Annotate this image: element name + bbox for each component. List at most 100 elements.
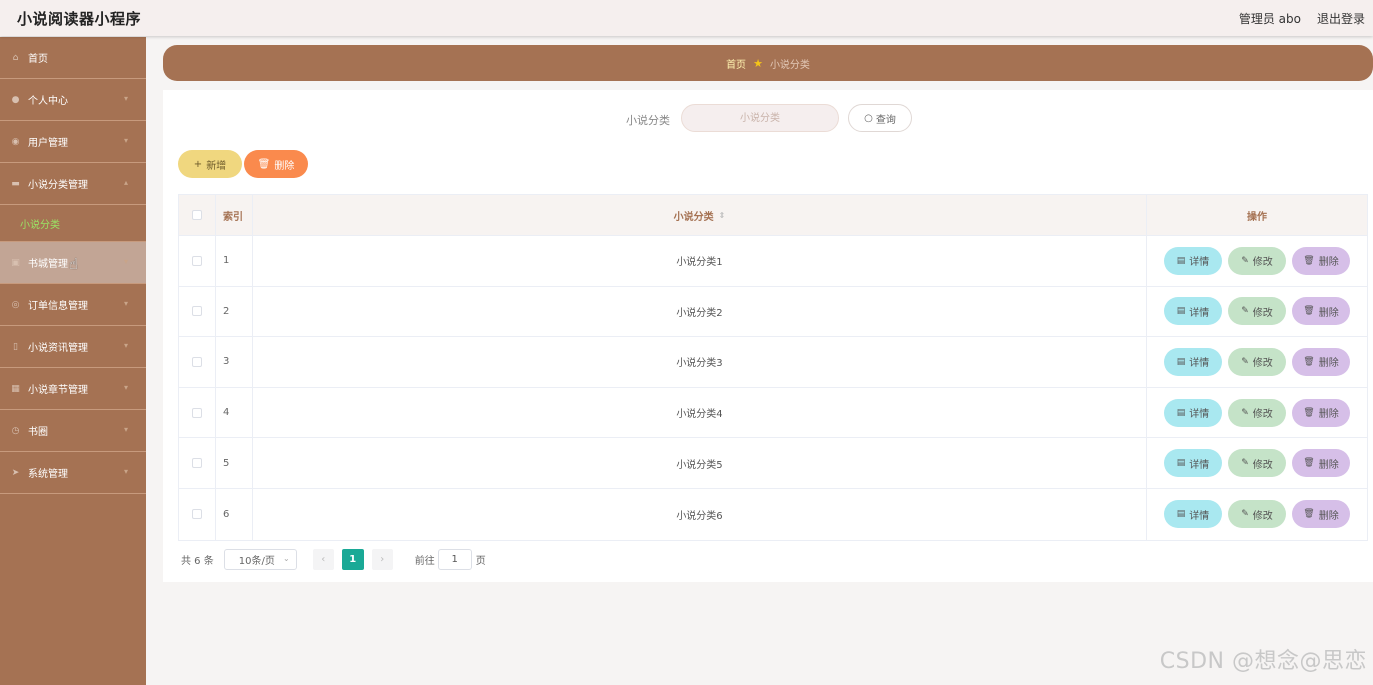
search-input[interactable] <box>681 104 839 132</box>
detail-button[interactable]: ▤ 详情 <box>1164 297 1222 326</box>
detail-button[interactable]: ▤ 详情 <box>1164 449 1222 478</box>
delete-button[interactable]: 🗑 删除 <box>1292 500 1350 529</box>
star-icon: ★ <box>753 56 763 70</box>
sidebar-item-book-circle[interactable]: ◷ 书圈 ▾ <box>0 410 146 452</box>
sidebar-item-system-management[interactable]: ➤ 系统管理 ▾ <box>0 452 146 494</box>
delete-button[interactable]: 🗑 删除 <box>1292 297 1350 326</box>
chevron-up-icon: ▴ <box>123 178 128 187</box>
delete-button[interactable]: 🗑 删除 <box>1292 246 1350 275</box>
edit-button[interactable]: ✎ 修改 <box>1228 297 1286 326</box>
sort-icon[interactable]: ⇕ <box>719 211 726 220</box>
plus-icon: + <box>193 158 203 170</box>
hand-cursor-icon: ☝ <box>69 255 79 273</box>
total-count: 共 6 条 <box>181 555 214 567</box>
query-button[interactable]: ○ 查询 <box>848 104 912 132</box>
breadcrumb-home-link[interactable]: 首页 <box>726 56 746 71</box>
book-icon: ▣ <box>11 257 20 268</box>
row-checkbox[interactable] <box>192 356 202 367</box>
edit-button[interactable]: ✎ 修改 <box>1228 449 1286 478</box>
sidebar-item-label: 书城管理 <box>28 259 68 270</box>
query-button-label: 查询 <box>875 114 896 126</box>
detail-icon: ▤ <box>1176 407 1186 418</box>
delete-button[interactable]: 🗑 删除 <box>1292 449 1350 478</box>
row-checkbox[interactable] <box>192 255 202 266</box>
edit-button[interactable]: ✎ 修改 <box>1228 500 1286 529</box>
breadcrumb: 首页 ★ 小说分类 <box>163 45 1373 81</box>
row-checkbox[interactable] <box>192 509 202 520</box>
detail-icon: ▤ <box>1176 306 1186 317</box>
sidebar-subitem-novel-category[interactable]: 小说分类 <box>0 205 146 242</box>
row-ops: ▤ 详情 ✎ 修改 🗑 删除 <box>1147 489 1367 540</box>
sidebar-item-home[interactable]: ⌂ 首页 <box>0 37 146 79</box>
header-category-label: 小说分类 <box>673 211 714 223</box>
row-category: 小说分类1 <box>253 236 1147 286</box>
page-size-value: 10条/页 <box>238 555 275 567</box>
table-row: 2 小说分类2 ▤ 详情 ✎ 修改 🗑 删除 <box>179 286 1367 338</box>
row-index: 2 <box>216 286 253 337</box>
detail-button[interactable]: ▤ 详情 <box>1164 347 1222 376</box>
sidebar-item-label: 用户管理 <box>28 138 68 149</box>
goto-page-input[interactable] <box>437 548 472 570</box>
search-icon: ○ <box>864 112 873 124</box>
edit-icon: ✎ <box>1241 509 1249 520</box>
prev-page-button[interactable]: ‹ <box>312 548 334 570</box>
batch-delete-button[interactable]: 🗑 删除 <box>244 150 308 178</box>
edit-icon: ✎ <box>1241 255 1249 266</box>
detail-button[interactable]: ▤ 详情 <box>1164 398 1222 427</box>
user-icon: ● <box>11 94 20 105</box>
sidebar-item-bookstore-management[interactable]: ▣ 书城管理 ▾ ☝ <box>0 242 146 284</box>
sidebar-item-user-management[interactable]: ◉ 用户管理 ▾ <box>0 121 146 163</box>
row-category: 小说分类2 <box>253 286 1147 337</box>
page-number-active[interactable]: 1 <box>341 548 364 570</box>
row-checkbox[interactable] <box>192 306 202 317</box>
table-header: 索引 小说分类 ⇕ 操作 <box>179 195 1367 236</box>
chevron-down-icon: ▾ <box>123 383 128 392</box>
next-page-button[interactable]: › <box>371 548 393 570</box>
table-row: 1 小说分类1 ▤ 详情 ✎ 修改 🗑 删除 <box>179 236 1367 287</box>
sidebar-item-chapter-management[interactable]: ▦ 小说章节管理 ▾ <box>0 368 146 410</box>
sidebar-item-order-management[interactable]: ◎ 订单信息管理 ▾ <box>0 284 146 326</box>
delete-button[interactable]: 🗑 删除 <box>1292 398 1350 427</box>
row-category: 小说分类3 <box>253 337 1147 387</box>
logout-link[interactable]: 退出登录 <box>1317 10 1365 27</box>
edit-icon: ✎ <box>1241 458 1249 469</box>
detail-button[interactable]: ▤ 详情 <box>1164 246 1222 275</box>
edit-button[interactable]: ✎ 修改 <box>1228 347 1286 376</box>
sidebar-item-personal-center[interactable]: ● 个人中心 ▾ <box>0 79 146 121</box>
sidebar-item-label: 书圈 <box>28 427 48 438</box>
category-icon: ▬ <box>11 178 20 189</box>
detail-button[interactable]: ▤ 详情 <box>1164 500 1222 529</box>
edit-icon: ✎ <box>1241 407 1249 418</box>
chevron-down-icon: ▾ <box>123 425 128 434</box>
edit-button[interactable]: ✎ 修改 <box>1228 398 1286 427</box>
chevron-down-icon: ⌄ <box>283 553 290 563</box>
sidebar-item-label: 首页 <box>28 54 48 65</box>
trash-icon: 🗑 <box>1303 407 1315 418</box>
row-checkbox[interactable] <box>192 407 202 418</box>
delete-button[interactable]: 🗑 删除 <box>1292 347 1350 376</box>
edit-button[interactable]: ✎ 修改 <box>1228 246 1286 275</box>
chevron-down-icon: ▾ <box>123 136 128 145</box>
top-bar: 小说阅读器小程序 管理员 abo 退出登录 <box>0 0 1373 36</box>
select-all-checkbox[interactable] <box>192 210 202 220</box>
header-category[interactable]: 小说分类 ⇕ <box>253 195 1147 235</box>
settings-icon: ➤ <box>11 467 20 478</box>
sidebar-item-label: 小说分类管理 <box>28 180 88 191</box>
detail-icon: ▤ <box>1176 509 1186 520</box>
breadcrumb-current: 小说分类 <box>769 59 810 71</box>
row-checkbox[interactable] <box>192 458 202 469</box>
row-ops: ▤ 详情 ✎ 修改 🗑 删除 <box>1147 287 1367 337</box>
page-unit: 页 <box>475 555 486 567</box>
row-index: 3 <box>216 337 253 387</box>
table-row: 3 小说分类3 ▤ 详情 ✎ 修改 🗑 删除 <box>179 337 1367 388</box>
sidebar-item-news-management[interactable]: ▯ 小说资讯管理 ▾ <box>0 326 146 368</box>
row-category: 小说分类6 <box>253 488 1147 540</box>
table-row: 6 小说分类6 ▤ 详情 ✎ 修改 🗑 删除 <box>179 488 1367 540</box>
add-button[interactable]: + 新增 <box>178 150 242 178</box>
sidebar-item-category-management[interactable]: ▬ 小说分类管理 ▴ <box>0 163 146 205</box>
sidebar-item-label: 系统管理 <box>28 469 68 480</box>
page-size-select[interactable]: 10条/页 ⌄ <box>223 548 297 570</box>
edit-icon: ✎ <box>1241 356 1249 367</box>
edit-icon: ✎ <box>1241 306 1249 317</box>
header-checkbox-cell <box>179 195 216 235</box>
